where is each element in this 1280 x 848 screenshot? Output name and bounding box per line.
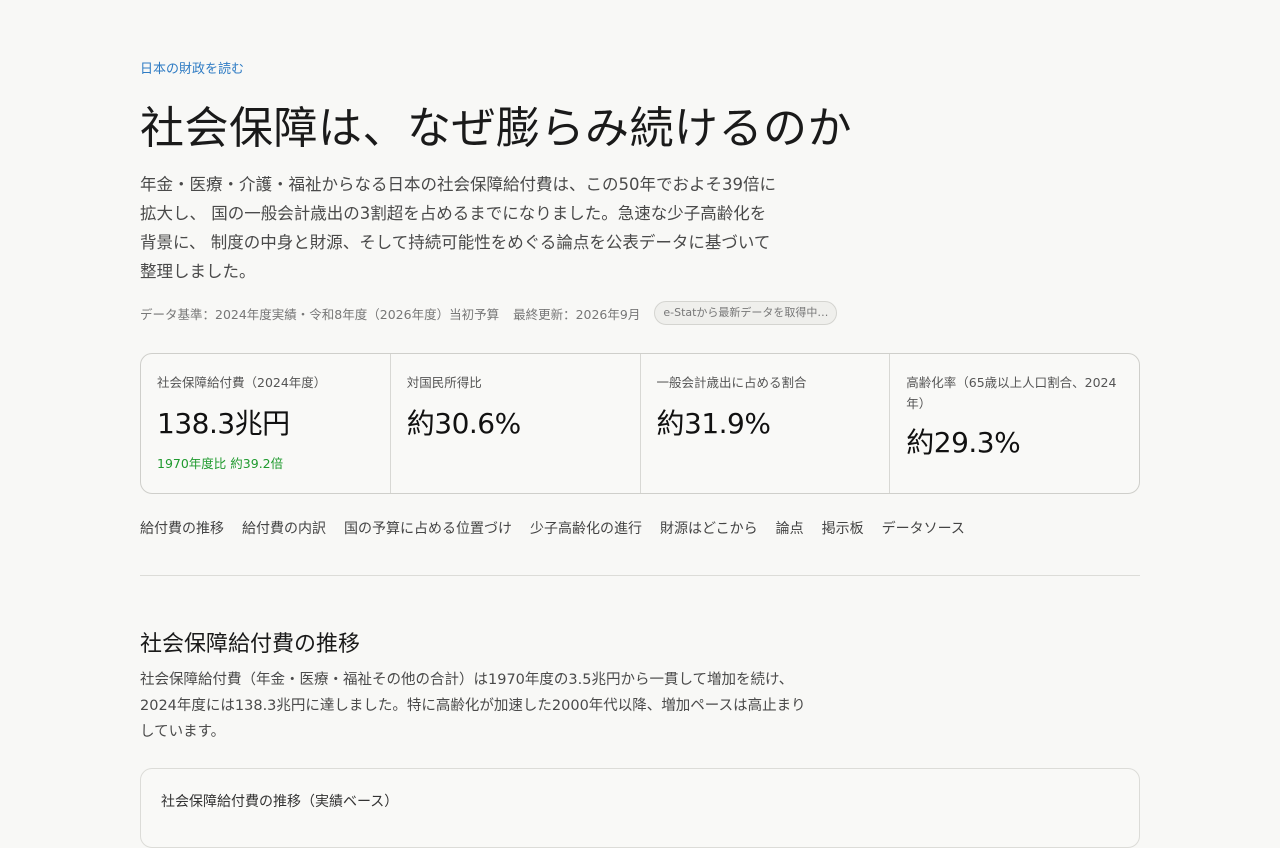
nav-link-issues[interactable]: 論点 <box>776 518 804 538</box>
series-link[interactable]: 日本の財政を読む <box>140 58 244 77</box>
meta-row: データ基準：2024年度実績・令和8年度（2026年度）当初予算 最終更新：20… <box>140 301 838 325</box>
section-title: 社会保障給付費の推移 <box>140 632 361 657</box>
stat-label: 対国民所得比 <box>406 375 482 390</box>
chart-title: 社会保障給付費の推移（実績ベース） <box>161 794 399 810</box>
stat-note: 1970年度比 約39.2倍 <box>157 456 284 471</box>
last-updated-text: 最終更新：2026年9月 <box>513 306 641 322</box>
nav-link-funding[interactable]: 財源はどこから <box>660 518 758 538</box>
stat-label: 一般会計歳出に占める割合 <box>656 375 807 390</box>
page-title: 社会保障は、なぜ膨らみ続けるのか <box>140 103 852 154</box>
stat-card-benefits: 社会保障給付費（2024年度） 138.3兆円 1970年度比 約39.2倍 <box>141 354 391 493</box>
nav-link-benefit-breakdown[interactable]: 給付費の内訳 <box>242 518 326 538</box>
fetch-status-badge: e-Statから最新データを取得中… <box>654 301 838 325</box>
stat-card-aging-rate: 高齢化率（65歳以上人口割合、2024年） 約29.3% <box>890 354 1139 493</box>
stat-label: 社会保障給付費（2024年度） <box>157 375 327 390</box>
nav-link-forum[interactable]: 掲示板 <box>822 518 864 538</box>
stat-card-national-income-ratio: 対国民所得比 約30.6% <box>391 354 641 493</box>
stat-value: 約30.6% <box>406 407 521 440</box>
lead-paragraph: 年金・医療・介護・福祉からなる日本の社会保障給付費は、この50年でおよそ39倍に… <box>140 175 776 281</box>
stat-card-budget-share: 一般会計歳出に占める割合 約31.9% <box>641 354 891 493</box>
data-basis-text: データ基準：2024年度実績・令和8年度（2026年度）当初予算 <box>140 306 500 322</box>
chart-card: 社会保障給付費の推移（実績ベース） <box>140 768 1140 848</box>
nav-link-benefit-trend[interactable]: 給付費の推移 <box>140 518 224 538</box>
key-stats-panel: 社会保障給付費（2024年度） 138.3兆円 1970年度比 約39.2倍 対… <box>140 353 1140 494</box>
nav-link-data-sources[interactable]: データソース <box>882 518 965 538</box>
stat-label: 高齢化率（65歳以上人口割合、2024年） <box>906 375 1117 411</box>
section-body: 社会保障給付費（年金・医療・福祉その他の合計）は1970年度の3.5兆円から一貫… <box>140 672 806 740</box>
divider <box>140 575 1140 576</box>
stat-value: 約31.9% <box>656 407 771 440</box>
stat-value: 138.3兆円 <box>157 407 290 440</box>
stat-value: 約29.3% <box>906 426 1021 459</box>
nav-link-aging[interactable]: 少子高齢化の進行 <box>530 518 642 538</box>
nav-link-budget-position[interactable]: 国の予算に占める位置づけ <box>344 518 512 538</box>
section-nav: 給付費の推移 給付費の内訳 国の予算に占める位置づけ 少子高齢化の進行 財源はど… <box>140 518 965 538</box>
